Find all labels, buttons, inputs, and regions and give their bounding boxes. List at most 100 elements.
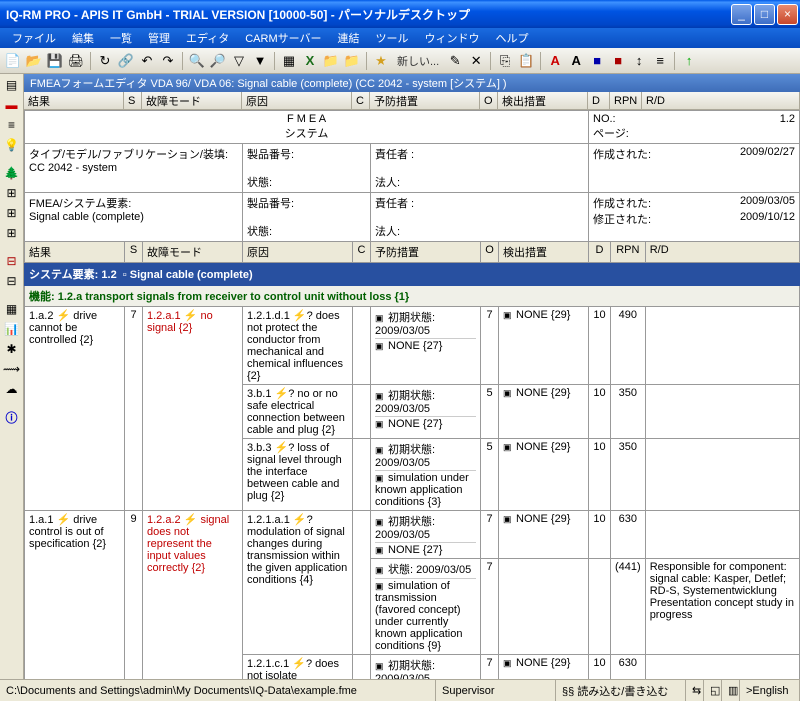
folder2-icon[interactable]: 📁 <box>343 52 361 70</box>
vt-net-icon[interactable]: ✱ <box>3 340 21 358</box>
system-element-row[interactable]: システム要素: 1.2 ▫ Signal cable (complete) <box>25 263 800 286</box>
nav1-icon[interactable]: ■ <box>588 52 606 70</box>
menu-tools[interactable]: ツール <box>368 28 417 48</box>
vt-struct2-icon[interactable]: ⊞ <box>3 204 21 222</box>
cell-rpn: 630 <box>611 655 646 680</box>
vt-struct3-icon[interactable]: ⊞ <box>3 224 21 242</box>
save-icon[interactable]: 💾 <box>46 52 64 70</box>
a-down-icon[interactable]: A <box>567 52 585 70</box>
hdr-prev[interactable]: 予防措置 <box>370 92 480 109</box>
excel-icon[interactable]: X <box>301 52 319 70</box>
hdr-detect[interactable]: 検出措置 <box>498 92 588 109</box>
vt-info-icon[interactable]: ⓘ <box>3 408 21 426</box>
hdr-c[interactable]: C <box>352 92 370 109</box>
hdr-rpn[interactable]: RPN <box>610 92 642 109</box>
refresh-icon[interactable]: ↻ <box>96 52 114 70</box>
sys-label: FMEA/システム要素: <box>29 198 131 210</box>
cell-detect: ▣ NONE {29} <box>499 307 589 385</box>
nav2-icon[interactable]: ■ <box>609 52 627 70</box>
cell-o: 7 <box>481 307 499 385</box>
pencil-icon[interactable]: ✎ <box>446 52 464 70</box>
menu-link[interactable]: 連結 <box>330 28 368 48</box>
hdr-fmode[interactable]: 故障モード <box>142 92 242 109</box>
hdr-o[interactable]: O <box>480 92 498 109</box>
cell-prev: ▣ 初期状態: 2009/03/05▣ NONE {27} <box>371 511 481 559</box>
vt-flow-icon[interactable]: ⟿ <box>3 360 21 378</box>
vt-struct-icon[interactable]: ⊞ <box>3 184 21 202</box>
filter2-icon[interactable]: ▼ <box>251 52 269 70</box>
hdr-s[interactable]: S <box>124 92 142 109</box>
status-lang[interactable]: >English <box>740 680 800 701</box>
open-icon[interactable]: 📂 <box>25 52 43 70</box>
cell-rd <box>645 385 799 439</box>
menu-carm[interactable]: CARMサーバー <box>237 28 329 48</box>
fmea-grid[interactable]: F M E A システム NO.: 1.2 ページ: タイプ/モデル/ファブリケ… <box>24 110 800 679</box>
vt-bulb-icon[interactable]: 💡 <box>3 136 21 154</box>
minimize-button[interactable]: _ <box>731 4 752 25</box>
search-icon[interactable]: 🔍 <box>188 52 206 70</box>
up-icon[interactable]: ↑ <box>680 52 698 70</box>
menu-editor[interactable]: エディタ <box>178 28 237 48</box>
cell-detect: ▣ NONE {29} <box>499 511 589 559</box>
status-btn1[interactable]: ⇆ <box>686 680 704 701</box>
redo-icon[interactable]: ↷ <box>159 52 177 70</box>
collapse-icon[interactable]: ↕ <box>630 52 648 70</box>
new-icon[interactable]: 📄 <box>4 52 22 70</box>
status-btn3[interactable]: ▥ <box>722 680 740 701</box>
close-button[interactable]: × <box>777 4 798 25</box>
copy-icon[interactable]: ⎘ <box>496 52 514 70</box>
sys-val: Signal cable (complete) <box>29 211 144 223</box>
undo-icon[interactable]: ↶ <box>138 52 156 70</box>
fmea-title: F M E A <box>29 113 584 125</box>
vt-bars-icon[interactable]: ≡ <box>3 116 21 134</box>
cell-detect: ▣ NONE {29} <box>499 439 589 511</box>
cell-prev: ▣ 初期状態: 2009/03/05▣ NONE {27} <box>371 385 481 439</box>
status-user: Supervisor <box>436 680 556 701</box>
vt-hier-icon[interactable]: ⊟ <box>3 252 21 270</box>
status-btn2[interactable]: ◱ <box>704 680 722 701</box>
grid-icon[interactable]: ▦ <box>280 52 298 70</box>
tab-label: FMEAフォームエディタ VDA 96/ VDA 06: Signal cabl… <box>30 75 507 91</box>
chain-icon[interactable]: 🔗 <box>117 52 135 70</box>
menu-help[interactable]: ヘルプ <box>488 28 537 48</box>
resp-label: 責任者 : <box>375 149 414 161</box>
hdr-rd[interactable]: R/D <box>642 92 800 109</box>
table-row[interactable]: 1.a.2 ⚡ drive cannot be controlled {2}71… <box>25 307 800 385</box>
filter-icon[interactable]: ▽ <box>230 52 248 70</box>
paste-icon[interactable]: 📋 <box>517 52 535 70</box>
replace-icon[interactable]: 🔎 <box>209 52 227 70</box>
vt-tree-icon[interactable]: 🌲 <box>3 164 21 182</box>
vt-hier2-icon[interactable]: ⊟ <box>3 272 21 290</box>
partno-label: 製品番号: <box>247 149 294 161</box>
menu-window[interactable]: ウィンドウ <box>417 28 488 48</box>
menu-list[interactable]: 一覧 <box>102 28 140 48</box>
hdr-d[interactable]: D <box>588 92 610 109</box>
star-icon[interactable]: ★ <box>372 52 390 70</box>
vt-table-icon[interactable]: ▦ <box>3 300 21 318</box>
function-row[interactable]: 機能: 1.2.a transport signals from receive… <box>25 286 800 307</box>
delete-icon[interactable]: ✕ <box>467 52 485 70</box>
maximize-button[interactable]: □ <box>754 4 775 25</box>
main-toolbar: 📄 📂 💾 🖨 ↻ 🔗 ↶ ↷ 🔍 🔎 ▽ ▼ ▦ X 📁 📁 ★ 新しい...… <box>0 48 800 74</box>
menu-manage[interactable]: 管理 <box>140 28 178 48</box>
cell-d <box>589 559 611 655</box>
a-icon[interactable]: A <box>546 52 564 70</box>
menu-edit[interactable]: 編集 <box>64 28 102 48</box>
editor-tab[interactable]: FMEAフォームエディタ VDA 96/ VDA 06: Signal cabl… <box>24 74 800 92</box>
column-headers: 結果 S 故障モード 原因 C 予防措置 O 検出措置 D RPN R/D <box>24 92 800 110</box>
new-label[interactable]: 新しい... <box>393 53 443 69</box>
vt-cloud-icon[interactable]: ☁ <box>3 380 21 398</box>
folder-icon[interactable]: 📁 <box>322 52 340 70</box>
hdr-result[interactable]: 結果 <box>24 92 124 109</box>
no-label: NO.: <box>593 113 616 125</box>
hdr-cause[interactable]: 原因 <box>242 92 352 109</box>
cell-rpn: 490 <box>611 307 646 385</box>
cell-o: 7 <box>481 559 499 655</box>
table-row[interactable]: 1.a.1 ⚡ drive control is out of specific… <box>25 511 800 559</box>
print-icon[interactable]: 🖨 <box>67 52 85 70</box>
vt-red-icon[interactable]: ▬ <box>3 96 21 114</box>
menu-file[interactable]: ファイル <box>4 28 64 48</box>
vt-chart-icon[interactable]: 📊 <box>3 320 21 338</box>
expand-icon[interactable]: ≡ <box>651 52 669 70</box>
vt-form-icon[interactable]: ▤ <box>3 76 21 94</box>
